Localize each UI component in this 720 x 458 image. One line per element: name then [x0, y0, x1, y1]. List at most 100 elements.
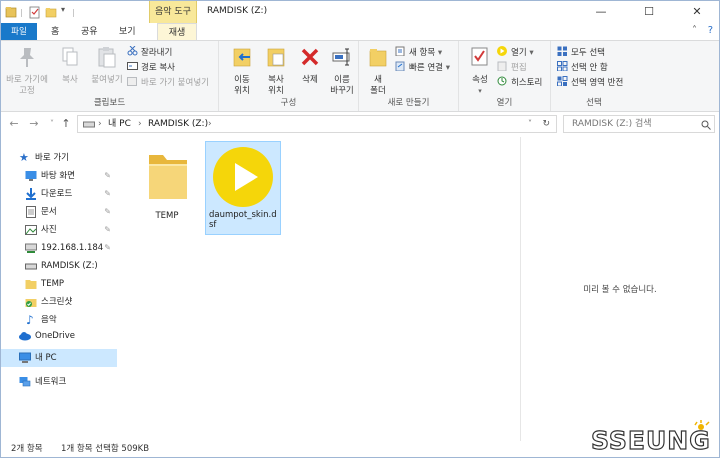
app-icon	[5, 7, 17, 18]
delete-icon	[301, 48, 319, 66]
nav-item-temp[interactable]: TEMP	[1, 275, 117, 293]
forward-button[interactable]: →	[27, 117, 41, 130]
back-button[interactable]: ←	[7, 117, 21, 130]
copy-to-button[interactable]: 복사 위치	[259, 45, 293, 97]
breadcrumb-separator-icon: ›	[208, 119, 212, 129]
select-none-button[interactable]: 선택 안 함	[557, 61, 608, 74]
tab-view[interactable]: 보기	[113, 23, 142, 41]
up-button[interactable]: ↑	[59, 117, 73, 130]
pin-icon: ✎	[104, 225, 111, 234]
new-folder-icon[interactable]	[45, 5, 57, 19]
file-name: TEMP	[155, 211, 179, 221]
invert-selection-icon	[557, 76, 568, 86]
paste-shortcut-button[interactable]: 바로 가기 붙여넣기	[127, 76, 209, 89]
recent-locations-icon[interactable]: ˅	[45, 119, 59, 128]
address-dropdown-icon[interactable]: ˅	[528, 116, 532, 132]
paste-shortcut-label: 바로 가기 붙여넣기	[141, 78, 209, 88]
file-name: daumpot_skin.dsf	[209, 210, 277, 230]
new-group: 새 폴더 새 항목 ▾ 빠른 연결 ▾ 새로 만들기	[359, 41, 459, 111]
tab-file[interactable]: 파일	[1, 23, 37, 41]
tab-play[interactable]: 재생	[157, 23, 197, 41]
collapse-ribbon-icon[interactable]: ˄	[692, 25, 697, 36]
easy-access-icon	[395, 61, 405, 71]
address-bar[interactable]: › 내 PC › RAMDISK (Z:) › ˅ ↻	[77, 115, 557, 133]
properties-button[interactable]: 속성 ▾	[463, 45, 497, 97]
rename-label: 이름 바꾸기	[330, 75, 354, 96]
copy-button[interactable]: 복사	[53, 45, 87, 86]
tab-home[interactable]: 홈	[45, 23, 65, 41]
nav-item-documents[interactable]: 문서 ✎	[1, 203, 117, 221]
pin-icon: ✎	[104, 189, 111, 198]
new-folder-large-icon	[369, 49, 387, 67]
drive-icon	[83, 121, 95, 128]
nav-item-screenshots[interactable]: 스크린샷	[1, 293, 117, 311]
cut-button[interactable]: 잘라내기	[127, 46, 172, 59]
new-item-button[interactable]: 새 항목 ▾	[395, 46, 442, 59]
move-to-icon	[233, 48, 251, 67]
history-button[interactable]: 히스토리	[497, 76, 542, 89]
open-button[interactable]: 열기 ▾	[497, 46, 534, 59]
refresh-icon[interactable]: ↻	[542, 116, 550, 132]
select-group: 모두 선택 선택 안 함 선택 영역 반전 선택	[551, 41, 637, 111]
nav-onedrive[interactable]: OneDrive	[1, 327, 117, 345]
synced-folder-icon	[25, 299, 37, 307]
minimize-button[interactable]: —	[581, 3, 621, 21]
search-input[interactable]: RAMDISK (Z:) 검색	[563, 115, 715, 133]
copy-path-label: 경로 복사	[141, 63, 175, 73]
document-icon	[26, 206, 36, 218]
quick-access-dropdown-icon[interactable]: ▾	[61, 5, 65, 19]
edit-icon	[497, 61, 507, 71]
cut-label: 잘라내기	[141, 48, 173, 58]
file-item-media[interactable]: daumpot_skin.dsf	[205, 141, 281, 235]
pin-icon: ✎	[104, 171, 111, 180]
search-icon[interactable]	[701, 120, 711, 130]
rename-button[interactable]: 이름 바꾸기	[325, 45, 359, 97]
history-icon	[497, 76, 507, 86]
easy-access-button[interactable]: 빠른 연결 ▾	[395, 61, 450, 74]
invert-selection-label: 선택 영역 반전	[571, 78, 624, 88]
file-item-folder[interactable]: TEMP	[133, 145, 201, 229]
pin-quick-access-button[interactable]: 바로 가기에 고정	[5, 45, 49, 97]
nav-quick-access[interactable]: ★ 바로 가기	[1, 149, 117, 167]
copy-icon	[62, 47, 78, 66]
folder-icon	[25, 280, 37, 289]
breadcrumb-ramdisk[interactable]: RAMDISK (Z:)	[148, 116, 208, 132]
network-drive-icon	[25, 243, 37, 253]
music-note-icon: ♪	[26, 313, 34, 327]
nav-item-desktop[interactable]: 바탕 화면 ✎	[1, 167, 117, 185]
nav-item-pictures[interactable]: 사진 ✎	[1, 221, 117, 239]
pin-icon	[20, 48, 34, 67]
paste-button[interactable]: 붙여넣기	[87, 45, 127, 86]
nav-item-ramdisk[interactable]: RAMDISK (Z:)	[1, 257, 117, 275]
maximize-button[interactable]: ☐	[629, 3, 669, 21]
nav-item-downloads[interactable]: 다운로드 ✎	[1, 185, 117, 203]
new-item-icon	[395, 46, 405, 56]
help-icon[interactable]: ?	[708, 25, 713, 36]
folder-large-icon	[149, 155, 187, 199]
select-all-icon	[557, 46, 567, 56]
clipboard-group: 바로 가기에 고정 복사 붙여넣기 잘라내기 경로 복사 바로 가기 붙여넣기 …	[1, 41, 219, 111]
title-bar: ▾ 음악 도구 RAMDISK (Z:) — ☐ ✕	[1, 1, 719, 23]
copy-path-button[interactable]: 경로 복사	[127, 61, 175, 74]
tab-share[interactable]: 공유	[75, 23, 104, 41]
close-button[interactable]: ✕	[677, 3, 717, 21]
properties-icon[interactable]	[29, 5, 41, 19]
move-to-label: 이동 위치	[234, 75, 250, 96]
edit-button[interactable]: 편집	[497, 61, 527, 74]
nav-network[interactable]: 네트워크	[1, 373, 117, 391]
select-none-label: 선택 안 함	[571, 63, 608, 73]
network-icon	[19, 377, 31, 387]
new-folder-button[interactable]: 새 폴더	[361, 45, 395, 97]
clipboard-group-label: 클립보드	[93, 98, 126, 108]
rename-icon	[332, 48, 350, 66]
breadcrumb-this-pc[interactable]: 내 PC	[108, 116, 131, 132]
delete-button[interactable]: 삭제	[293, 45, 327, 86]
move-to-button[interactable]: 이동 위치	[225, 45, 259, 97]
pin-quick-access-label: 바로 가기에 고정	[6, 75, 48, 96]
nav-item-network-share[interactable]: 192.168.1.184 ✎	[1, 239, 117, 257]
breadcrumb-separator-icon: ›	[98, 119, 102, 129]
nav-this-pc[interactable]: 내 PC	[1, 349, 117, 367]
explorer-window: ▾ 음악 도구 RAMDISK (Z:) — ☐ ✕ 파일 홈 공유 보기 재생…	[0, 0, 720, 458]
invert-selection-button[interactable]: 선택 영역 반전	[557, 76, 623, 89]
select-all-button[interactable]: 모두 선택	[557, 46, 605, 59]
